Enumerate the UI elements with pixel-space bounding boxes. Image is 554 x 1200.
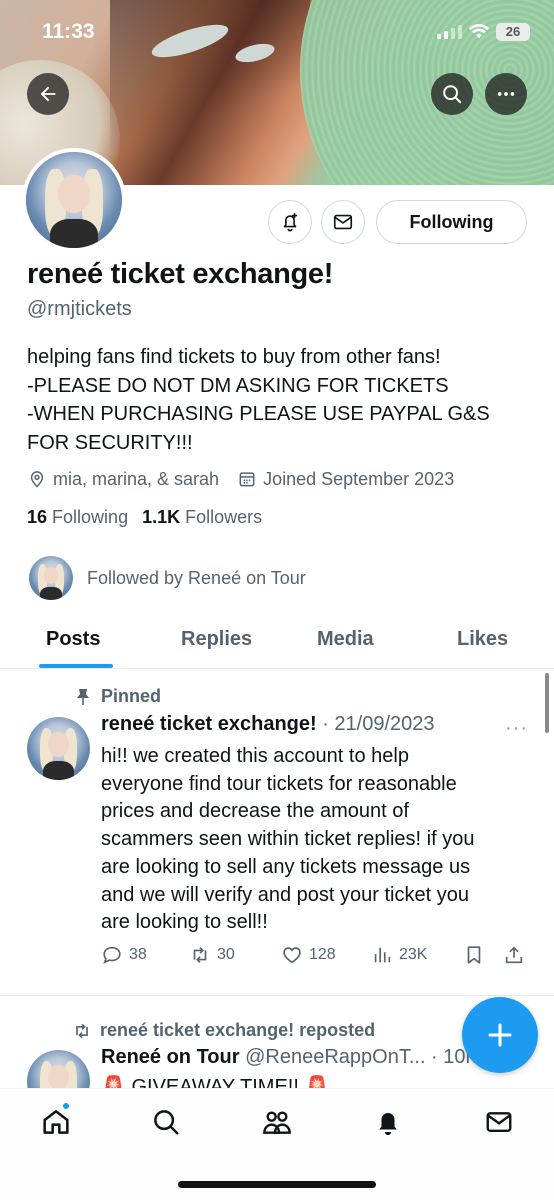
reply-bubble-icon — [103, 946, 121, 964]
like-count: 128 — [309, 946, 336, 963]
follow-counts: 16 Following 1.1K Followers — [27, 507, 262, 528]
post-header: reneé ticket exchange! · 21/09/2023 — [101, 713, 435, 736]
analytics-bars-icon — [374, 947, 391, 963]
post-text[interactable]: hi!! we created this account to help eve… — [101, 743, 521, 937]
more-options-button[interactable] — [485, 73, 527, 115]
profile-joined-date: Joined September 2023 — [263, 468, 455, 489]
battery-indicator: 26 — [496, 23, 530, 41]
profile-tabs: Posts Replies Media Likes — [0, 610, 554, 669]
scrollbar[interactable] — [545, 673, 549, 733]
nav-search[interactable] — [149, 1105, 183, 1139]
more-dots-icon — [497, 92, 515, 96]
post-actions: 38 30 128 23K — [101, 944, 531, 970]
bookmark-button[interactable] — [463, 944, 485, 966]
active-tab-indicator — [39, 664, 113, 668]
tab-likes[interactable]: Likes — [457, 628, 508, 651]
bell-icon — [379, 1113, 397, 1136]
profile-handle: @rmjtickets — [27, 298, 132, 320]
avatar-image — [26, 152, 122, 248]
bio-line: -PLEASE DO NOT DM ASKING FOR TICKETS — [27, 374, 449, 397]
search-icon — [154, 1110, 179, 1135]
calendar-icon — [237, 469, 257, 489]
tab-replies[interactable]: Replies — [181, 628, 252, 651]
post-author-avatar[interactable] — [27, 717, 90, 780]
profile-display-name: reneé ticket exchange! — [27, 258, 334, 290]
profile-location: mia, marina, & sarah — [53, 468, 220, 489]
repost-icon — [76, 1023, 88, 1038]
share-upload-icon — [505, 946, 523, 964]
post-author-name[interactable]: reneé ticket exchange! — [101, 713, 317, 735]
status-bar: 11:33 26 — [0, 0, 554, 66]
bookmark-icon — [467, 946, 481, 964]
arrow-left-icon — [40, 86, 56, 102]
bell-plus-icon — [283, 212, 298, 232]
repost-context[interactable]: reneé ticket exchange! reposted — [72, 1020, 375, 1041]
view-count: 23K — [399, 946, 428, 963]
bio-line: FOR SECURITY!!! — [27, 431, 193, 454]
post-more-button[interactable]: ··· — [505, 717, 528, 740]
followers-count-link[interactable]: 1.1K Followers — [142, 507, 262, 528]
bio-line: -WHEN PURCHASING PLEASE USE PAYPAL G&S — [27, 403, 490, 425]
home-indicator[interactable] — [178, 1181, 376, 1188]
envelope-icon — [486, 1112, 512, 1132]
tab-media[interactable]: Media — [317, 628, 374, 651]
nav-messages[interactable] — [482, 1105, 516, 1139]
repost-icon — [193, 947, 207, 963]
nav-notifications[interactable] — [371, 1105, 405, 1139]
back-button[interactable] — [27, 73, 69, 115]
repost-button[interactable]: 30 — [189, 944, 235, 966]
status-time: 11:33 — [42, 20, 95, 43]
notifications-toggle-button[interactable] — [268, 200, 312, 244]
search-button[interactable] — [431, 73, 473, 115]
pinned-label: Pinned — [75, 686, 161, 707]
following-button[interactable]: Following — [376, 200, 527, 244]
signal-icon — [437, 25, 462, 39]
post-date[interactable]: · 21/09/2023 — [322, 713, 434, 735]
post-author-handle[interactable]: @ReneeRappOnT... · 10h — [245, 1046, 477, 1068]
search-icon — [443, 85, 462, 104]
reply-button[interactable]: 38 — [101, 944, 147, 966]
people-icon — [263, 1111, 291, 1134]
profile-avatar[interactable] — [22, 148, 126, 252]
message-button[interactable] — [321, 200, 365, 244]
post-divider — [0, 995, 554, 996]
followed-by-text: Followed by Reneé on Tour — [87, 567, 306, 588]
location-pin-icon — [27, 469, 47, 489]
follower-avatar — [29, 556, 73, 600]
heart-icon — [283, 947, 301, 964]
like-button[interactable]: 128 — [281, 944, 336, 966]
wifi-icon — [468, 24, 490, 39]
post-header: Reneé on Tour @ReneeRappOnT... · 10h — [101, 1046, 486, 1069]
following-count-link[interactable]: 16 Following — [27, 507, 128, 528]
pin-icon — [77, 688, 89, 705]
profile-bio: helping fans find tickets to buy from ot… — [27, 343, 537, 457]
envelope-icon — [333, 214, 353, 230]
views-button[interactable]: 23K — [371, 944, 427, 966]
repost-count: 30 — [217, 946, 235, 963]
post-author-name[interactable]: Reneé on Tour — [101, 1046, 240, 1068]
share-button[interactable] — [503, 944, 525, 966]
bio-line: helping fans find tickets to buy from ot… — [27, 346, 441, 368]
home-notification-dot — [61, 1101, 71, 1111]
compose-post-button[interactable] — [462, 997, 538, 1073]
nav-communities[interactable] — [260, 1105, 294, 1139]
followed-by-row[interactable]: Followed by Reneé on Tour — [29, 556, 306, 600]
tab-posts[interactable]: Posts — [46, 628, 100, 651]
profile-meta: mia, marina, & sarah Joined September 20… — [27, 466, 454, 492]
reply-count: 38 — [129, 946, 147, 963]
plus-icon — [488, 1023, 512, 1047]
